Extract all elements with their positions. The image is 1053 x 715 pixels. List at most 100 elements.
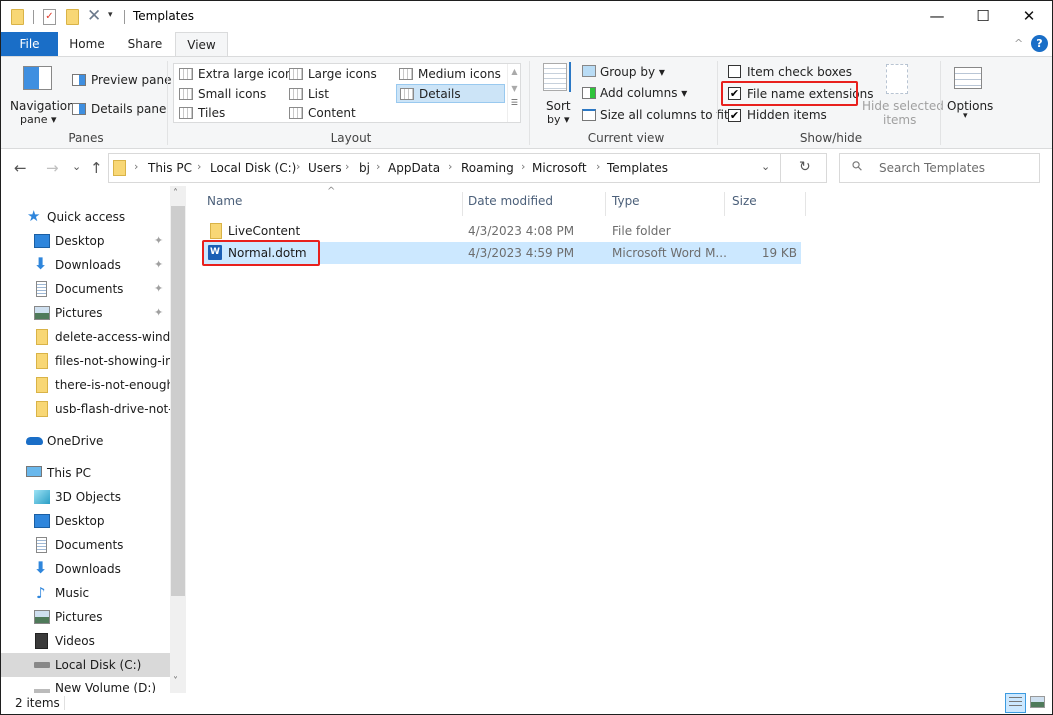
nav-videos[interactable]: Videos — [33, 629, 170, 653]
pin-icon[interactable]: ✦ — [154, 229, 163, 253]
layout-extra-large-icons[interactable]: Extra large icons — [176, 65, 299, 84]
item-check-boxes-label[interactable]: Item check boxes — [747, 65, 852, 79]
nav-documents-quick[interactable]: Documents ✦ — [33, 277, 170, 301]
maximize-button[interactable]: ☐ — [960, 1, 1006, 31]
breadcrumb-separator[interactable]: › — [376, 160, 380, 173]
column-divider[interactable] — [462, 192, 463, 216]
column-divider[interactable] — [805, 192, 806, 216]
column-header-size[interactable]: Size — [732, 194, 757, 208]
options-arrow[interactable]: ▾ — [963, 111, 968, 121]
address-dropdown-icon[interactable]: ⌄ — [761, 160, 770, 173]
column-divider[interactable] — [724, 192, 725, 216]
layout-scroll[interactable]: ▲ ▼ ☰ — [507, 64, 521, 122]
customize-dropdown-icon[interactable]: ▾ — [108, 10, 113, 20]
nav-downloads-quick[interactable]: ⬇ Downloads ✦ — [33, 253, 170, 277]
close-button[interactable]: ✕ — [1006, 1, 1052, 31]
details-pane-button[interactable]: Details pane — [91, 102, 166, 116]
sort-by-button[interactable]: Sort — [546, 99, 571, 113]
nav-pictures-quick[interactable]: Pictures ✦ — [33, 301, 170, 325]
nav-onedrive[interactable]: OneDrive — [25, 429, 170, 453]
pin-icon[interactable]: ✦ — [154, 277, 163, 301]
nav-3d-objects[interactable]: 3D Objects — [33, 485, 170, 509]
breadcrumb-separator[interactable]: › — [345, 160, 349, 173]
file-row-livecontent[interactable]: LiveContent 4/3/2023 4:08 PM File folder — [203, 220, 801, 242]
breadcrumb-users[interactable]: Users — [308, 161, 342, 175]
navigation-pane-button[interactable]: Navigation — [10, 99, 75, 113]
column-divider[interactable] — [605, 192, 606, 216]
pin-icon[interactable]: ✦ — [154, 301, 163, 325]
breadcrumb-separator[interactable]: › — [596, 160, 600, 173]
search-placeholder[interactable]: Search Templates — [879, 161, 985, 175]
add-columns-button[interactable]: Add columns ▾ — [600, 86, 687, 100]
scroll-up-arrow[interactable]: ˄ — [173, 188, 178, 199]
options-button[interactable]: Options — [947, 99, 993, 113]
navigation-pane-icon[interactable] — [23, 66, 52, 90]
layout-list[interactable]: List — [286, 85, 329, 104]
nav-local-disk-c[interactable]: Local Disk (C:) — [1, 653, 170, 677]
scroll-down-arrow[interactable]: ˅ — [173, 676, 178, 687]
column-header-name[interactable]: Name — [207, 194, 242, 208]
nav-quick-folder[interactable]: files-not-showing-in- — [33, 349, 170, 373]
recent-locations-button[interactable]: ⌄ — [72, 160, 81, 173]
new-folder-icon[interactable] — [66, 9, 79, 25]
layout-large-icons[interactable]: Large icons — [286, 65, 377, 84]
breadcrumb-separator[interactable]: › — [521, 160, 525, 173]
search-box[interactable]: ⚲ Search Templates — [839, 153, 1040, 183]
breadcrumb-this-pc[interactable]: This PC — [148, 161, 192, 175]
back-button[interactable]: ← — [14, 159, 27, 177]
breadcrumb-local-disk[interactable]: Local Disk (C:) — [210, 161, 296, 175]
nav-quick-folder[interactable]: delete-access-windov — [33, 325, 170, 349]
address-bar[interactable]: › This PC › Local Disk (C:) › Users › bj… — [108, 153, 827, 183]
nav-music[interactable]: ♪ Music — [33, 581, 170, 605]
item-check-boxes-checkbox[interactable] — [728, 65, 741, 78]
layout-small-icons[interactable]: Small icons — [176, 85, 266, 104]
refresh-icon[interactable]: ↻ — [799, 159, 811, 175]
nav-quick-folder[interactable]: usb-flash-drive-not-r — [33, 397, 170, 421]
tab-view[interactable]: View — [175, 32, 228, 57]
column-header-date-modified[interactable]: Date modified — [468, 194, 553, 208]
layout-tiles[interactable]: Tiles — [176, 104, 225, 123]
up-button[interactable]: ↑ — [90, 159, 103, 177]
navigation-pane-arrow[interactable]: pane ▾ — [20, 113, 56, 126]
details-view-button[interactable] — [1005, 693, 1026, 713]
size-all-columns-button[interactable]: Size all columns to fit — [600, 108, 729, 122]
hide-selected-items-button[interactable]: Hide selected — [862, 99, 944, 113]
layout-details[interactable]: Details — [396, 84, 505, 103]
breadcrumb-separator[interactable]: › — [197, 160, 201, 173]
forward-button[interactable]: → — [46, 159, 59, 177]
breadcrumb-templates[interactable]: Templates — [607, 161, 668, 175]
layout-content[interactable]: Content — [286, 104, 356, 123]
nav-desktop-quick[interactable]: Desktop ✦ — [33, 229, 170, 253]
tab-file[interactable]: File — [1, 32, 58, 57]
breadcrumb-bj[interactable]: bj — [359, 161, 370, 175]
tab-share[interactable]: Share — [119, 32, 171, 57]
nav-pictures[interactable]: Pictures — [33, 605, 170, 629]
ribbon-collapse-icon[interactable]: ^ — [1014, 37, 1023, 50]
layout-medium-icons[interactable]: Medium icons — [396, 65, 501, 84]
pin-icon[interactable]: ✦ — [154, 253, 163, 277]
large-icons-view-button[interactable] — [1030, 696, 1045, 708]
hidden-items-checkbox[interactable]: ✔ — [728, 109, 741, 122]
sidebar-scrollbar[interactable]: ˄ ˅ — [170, 186, 186, 693]
scrollbar-thumb[interactable] — [171, 206, 185, 596]
column-header-type[interactable]: Type — [612, 194, 640, 208]
breadcrumb-microsoft[interactable]: Microsoft — [532, 161, 587, 175]
properties-icon[interactable]: ✓ — [43, 9, 56, 25]
nav-new-volume-d[interactable]: New Volume (D:) — [33, 677, 170, 693]
nav-this-pc[interactable]: This PC — [25, 461, 170, 485]
minimize-button[interactable]: — — [914, 1, 960, 31]
nav-quick-access[interactable]: ★ Quick access — [25, 205, 170, 229]
nav-desktop[interactable]: Desktop — [33, 509, 170, 533]
nav-quick-folder[interactable]: there-is-not-enough- — [33, 373, 170, 397]
sort-by-arrow[interactable]: by ▾ — [547, 113, 570, 126]
nav-documents[interactable]: Documents — [33, 533, 170, 557]
preview-pane-button[interactable]: Preview pane — [91, 73, 171, 87]
tab-home[interactable]: Home — [61, 32, 113, 57]
help-icon[interactable]: ? — [1031, 35, 1048, 52]
breadcrumb-separator[interactable]: › — [448, 160, 452, 173]
breadcrumb-separator[interactable]: › — [296, 160, 300, 173]
delete-icon[interactable]: ✕ — [87, 6, 101, 26]
nav-downloads[interactable]: ⬇ Downloads — [33, 557, 170, 581]
file-name[interactable]: LiveContent — [228, 224, 300, 238]
breadcrumb-roaming[interactable]: Roaming — [461, 161, 514, 175]
